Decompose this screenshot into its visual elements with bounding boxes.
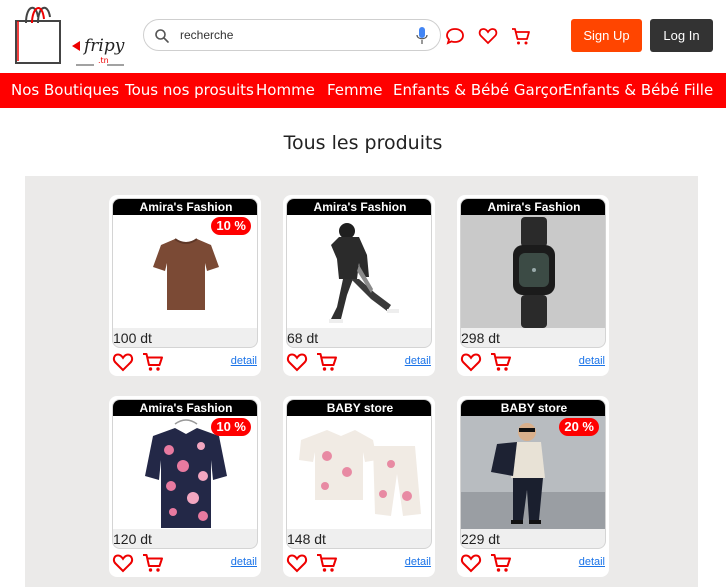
logo[interactable]: fripy .tn [12,3,134,69]
shop-label: BABY store [287,400,431,416]
svg-text:fripy: fripy [82,36,125,56]
shop-label: Amira's Fashion [113,400,257,416]
product-tile[interactable]: Amira's Fashion 10 % 120 dt [112,399,258,549]
shop-label: Amira's Fashion [287,199,431,215]
cart-icon[interactable] [316,553,338,573]
heart-icon[interactable] [286,553,308,573]
product-tile[interactable]: Amira's Fashion 10 % 100 dt [112,198,258,348]
product-price: 229 dt [461,531,500,547]
signup-button[interactable]: Sign Up [571,19,642,52]
cart-icon[interactable] [511,26,531,46]
mic-icon[interactable] [416,27,428,45]
nav-item-enfants-garcon[interactable]: Enfants & Bébé Garçon [393,81,568,99]
heart-icon[interactable] [460,352,482,372]
cart-icon[interactable] [142,352,164,372]
discount-badge: 20 % [559,418,599,436]
nav-item-boutiques[interactable]: Nos Boutiques [11,81,119,99]
product-price: 68 dt [287,330,319,346]
card-actions: detail [109,350,261,374]
shop-label: Amira's Fashion [113,199,257,215]
detail-link[interactable]: detail [405,556,431,568]
svg-text:.tn: .tn [98,56,109,65]
detail-link[interactable]: detail [579,556,605,568]
discount-badge: 10 % [211,217,251,235]
product-card[interactable]: BABY store 148 dt detail [283,396,435,577]
header: fripy .tn Sign Up Log In [0,0,726,72]
product-card[interactable]: Amira's Fashion 10 % 120 dt detail [109,396,261,577]
detail-link[interactable]: detail [405,355,431,367]
main-nav: Nos Boutiques Tous nos prosuits Homme Fe… [0,73,726,108]
heart-icon[interactable] [460,553,482,573]
product-card[interactable]: BABY store 20 % 229 dt detail [457,396,609,577]
product-price: 298 dt [461,330,500,346]
search-input[interactable] [180,25,410,45]
nav-item-enfants-fille[interactable]: Enfants & Bébé Fille [563,81,713,99]
product-card[interactable]: Amira's Fashion 68 dt detail [283,195,435,376]
discount-badge: 10 % [211,418,251,436]
heart-icon[interactable] [112,352,134,372]
heart-icon[interactable] [478,26,498,46]
product-price: 120 dt [113,531,152,547]
product-grid: Amira's Fashion 10 % 100 dt detail Amira… [25,176,698,587]
cart-icon[interactable] [490,553,512,573]
cart-icon[interactable] [316,352,338,372]
nav-item-tous-produits[interactable]: Tous nos prosuits [125,81,254,99]
nav-item-femme[interactable]: Femme [327,81,383,99]
card-actions: detail [109,551,261,575]
product-card[interactable]: Amira's Fashion 10 % 100 dt detail [109,195,261,376]
shop-label: BABY store [461,400,605,416]
cart-icon[interactable] [490,352,512,372]
product-image[interactable] [287,215,431,328]
chat-icon[interactable] [445,26,465,46]
product-price: 148 dt [287,531,326,547]
detail-link[interactable]: detail [231,556,257,568]
product-tile[interactable]: BABY store 20 % 229 dt [460,399,606,549]
card-actions: detail [457,551,609,575]
page-title: Tous les produits [283,132,443,154]
detail-link[interactable]: detail [579,355,605,367]
product-tile[interactable]: BABY store 148 dt [286,399,432,549]
card-actions: detail [283,551,435,575]
card-actions: detail [283,350,435,374]
heart-icon[interactable] [112,553,134,573]
product-tile[interactable]: Amira's Fashion 68 dt [286,198,432,348]
card-actions: detail [457,350,609,374]
login-button[interactable]: Log In [650,19,713,52]
product-tile[interactable]: Amira's Fashion 298 dt [460,198,606,348]
search-bar[interactable] [143,19,441,51]
detail-link[interactable]: detail [231,355,257,367]
product-price: 100 dt [113,330,152,346]
cart-icon[interactable] [142,553,164,573]
shop-label: Amira's Fashion [461,199,605,215]
nav-item-homme[interactable]: Homme [256,81,315,99]
product-image[interactable] [461,215,605,328]
product-card[interactable]: Amira's Fashion 298 dt detail [457,195,609,376]
search-icon[interactable] [154,28,170,44]
heart-icon[interactable] [286,352,308,372]
product-image[interactable] [287,416,431,529]
